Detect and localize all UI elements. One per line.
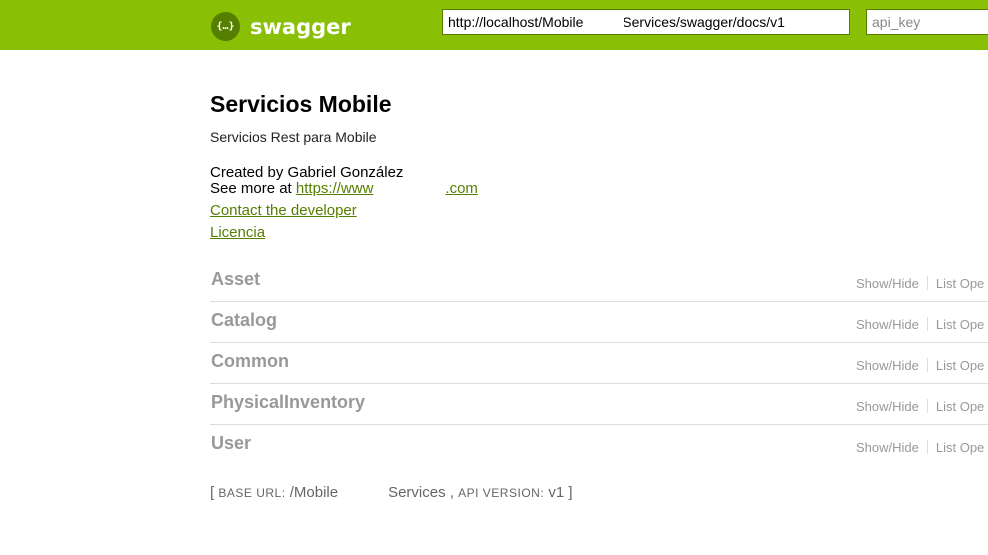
see-more-link[interactable]: https://www .com [296, 180, 478, 197]
base-url-start: /Mobile [289, 484, 339, 501]
base-url-label: BASE URL: [218, 486, 286, 500]
page-title: Servicios Mobile [210, 91, 392, 117]
resource-name[interactable]: Common [211, 351, 289, 372]
see-more: See more at https://www .com [210, 181, 910, 197]
swagger-logo[interactable]: {…} swagger [211, 12, 351, 41]
created-by: Created by Gabriel González [210, 164, 404, 181]
swagger-logo-icon: {…} [211, 12, 240, 41]
resource-section: Asset Show/Hide List Ope [210, 261, 988, 302]
see-more-link-end: .com [445, 180, 478, 197]
resource-section: Common Show/Hide List Ope [210, 343, 988, 384]
list-operations-link[interactable]: List Ope [936, 317, 984, 332]
show-hide-link[interactable]: Show/Hide [856, 317, 919, 332]
footer-close-bracket: ] [568, 484, 573, 501]
resource-name[interactable]: Asset [211, 269, 260, 290]
divider [926, 399, 928, 413]
resource-operations: Show/Hide List Ope [856, 440, 984, 455]
footer-base-url: [ BASE URL: /Mobile Services , API VERSIO… [210, 484, 573, 501]
contact-developer-link[interactable]: Contact the developer [210, 202, 357, 219]
divider [926, 358, 928, 372]
api-version-value: v1 [548, 484, 565, 501]
resource-operations: Show/Hide List Ope [856, 276, 984, 291]
base-url-end: Services [388, 484, 446, 501]
list-operations-link[interactable]: List Ope [936, 358, 984, 373]
resource-section: Catalog Show/Hide List Ope [210, 302, 988, 343]
divider [926, 440, 928, 454]
api-key-input[interactable] [866, 9, 988, 35]
resource-name[interactable]: User [211, 433, 251, 454]
resource-section: User Show/Hide List Ope [210, 425, 988, 465]
show-hide-link[interactable]: Show/Hide [856, 399, 919, 414]
url-redaction [590, 10, 624, 34]
api-description: Servicios Rest para Mobile [210, 129, 377, 145]
api-info: Servicios Mobile Servicios Rest para Mob… [210, 88, 910, 241]
see-more-link-start: https://www [295, 180, 374, 197]
list-operations-link[interactable]: List Ope [936, 276, 984, 291]
license-link[interactable]: Licencia [210, 224, 265, 241]
list-operations-link[interactable]: List Ope [936, 399, 984, 414]
resource-section: PhysicalInventory Show/Hide List Ope [210, 384, 988, 425]
top-header: {…} swagger [0, 0, 988, 50]
resource-operations: Show/Hide List Ope [856, 317, 984, 332]
footer-open-bracket: [ [210, 484, 215, 501]
list-operations-link[interactable]: List Ope [936, 440, 984, 455]
resource-operations: Show/Hide List Ope [856, 358, 984, 373]
resource-name[interactable]: Catalog [211, 310, 277, 331]
resource-operations: Show/Hide List Ope [856, 399, 984, 414]
api-version-label: API VERSION: [458, 486, 545, 500]
resource-list: Asset Show/Hide List Ope Catalog Show/Hid… [210, 261, 988, 465]
show-hide-link[interactable]: Show/Hide [856, 358, 919, 373]
see-more-prefix: See more at [210, 180, 296, 197]
divider [926, 317, 928, 331]
divider [926, 276, 928, 290]
api-url-input[interactable] [442, 9, 850, 35]
swagger-logo-text: swagger [250, 14, 351, 39]
resource-name[interactable]: PhysicalInventory [211, 392, 365, 413]
show-hide-link[interactable]: Show/Hide [856, 276, 919, 291]
footer-separator: , [449, 484, 454, 501]
show-hide-link[interactable]: Show/Hide [856, 440, 919, 455]
